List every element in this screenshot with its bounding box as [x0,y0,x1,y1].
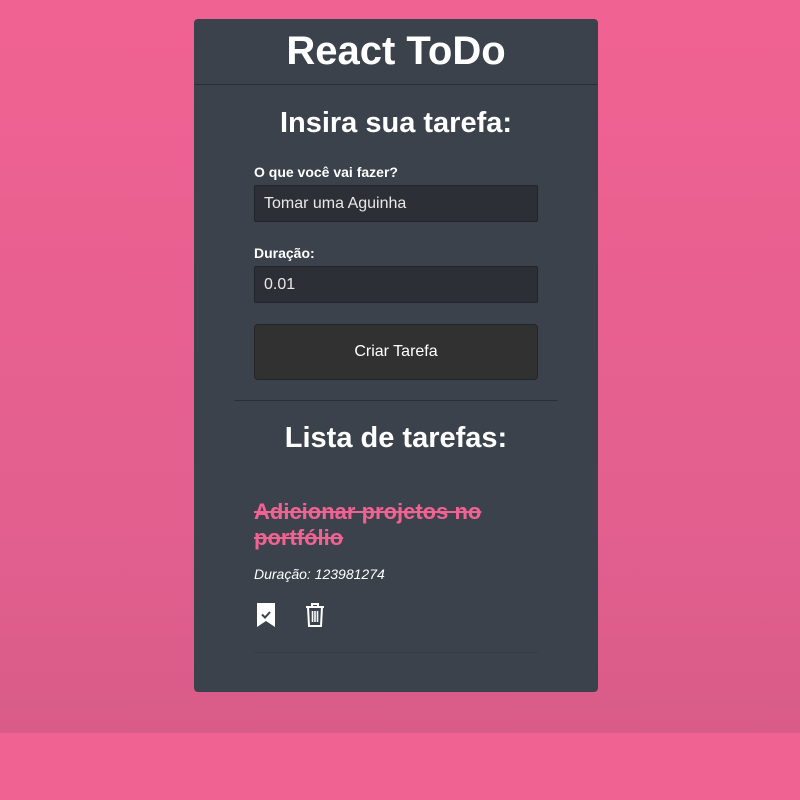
section-divider [234,400,558,401]
duration-label: Duração: [254,245,315,261]
form-title: Insira sua tarefa: [279,107,513,139]
app-title: React ToDo [194,19,598,85]
task-separator [254,652,538,653]
todo-card: React ToDo Insira sua tarefa: O que você… [194,19,598,692]
task-duration: Duração: 123981274 [254,566,385,582]
list-title: Lista de tarefas: [284,422,508,454]
duration-input[interactable] [254,266,538,303]
task-actions [254,602,538,630]
create-task-button[interactable]: Criar Tarefa [254,324,538,380]
task-label: O que você vai fazer? [254,164,398,180]
list-item: Adicionar projetos no portfólio Duração:… [254,499,538,630]
trash-icon[interactable] [304,602,326,633]
task-input[interactable] [254,185,538,222]
bookmark-check-icon[interactable] [256,602,276,633]
task-name: Adicionar projetos no portfólio [254,499,482,550]
